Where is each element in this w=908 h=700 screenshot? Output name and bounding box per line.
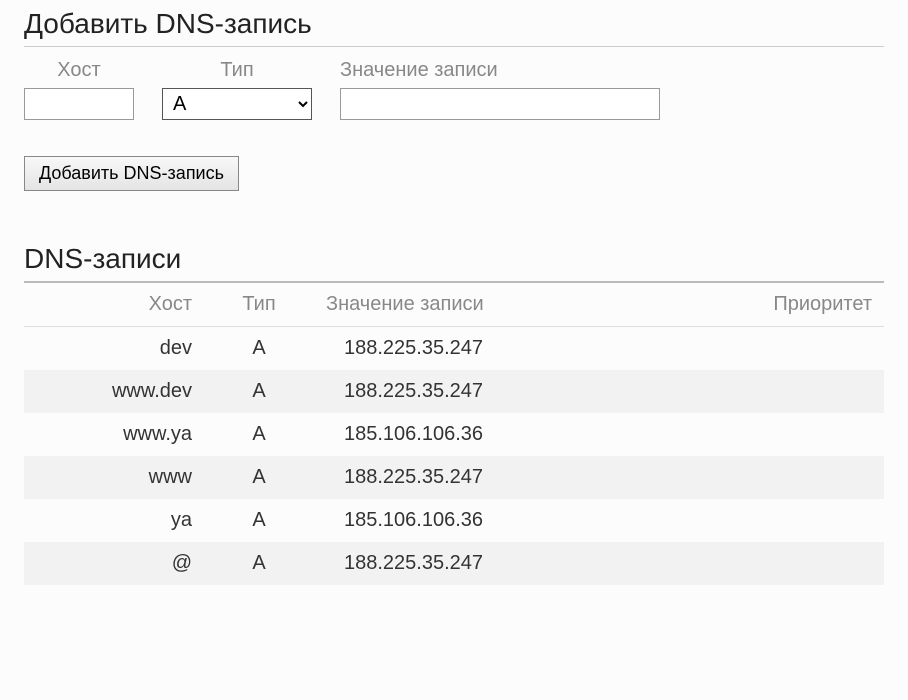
col-header-type: Тип xyxy=(204,282,314,327)
table-row: yaA185.106.106.36 xyxy=(24,499,884,542)
table-row: devA188.225.35.247 xyxy=(24,327,884,371)
cell-host: www.dev xyxy=(24,370,204,413)
type-select[interactable]: A xyxy=(162,88,312,120)
dns-records-section: DNS-записи Хост Тип Значение записи Прио… xyxy=(24,243,884,585)
col-header-host: Хост xyxy=(24,282,204,327)
cell-value: 188.225.35.247 xyxy=(314,370,704,413)
cell-value: 188.225.35.247 xyxy=(314,456,704,499)
cell-type: A xyxy=(204,456,314,499)
cell-type: A xyxy=(204,413,314,456)
table-row: www.devA188.225.35.247 xyxy=(24,370,884,413)
col-header-value: Значение записи xyxy=(314,282,704,327)
add-form-row: Хост Тип A Значение записи xyxy=(24,59,884,120)
table-header: Хост Тип Значение записи Приоритет xyxy=(24,282,884,327)
host-form-group: Хост xyxy=(24,59,134,120)
table-row: @A188.225.35.247 xyxy=(24,542,884,585)
records-section-heading: DNS-записи xyxy=(24,243,884,275)
value-input[interactable] xyxy=(340,88,660,120)
type-label: Тип xyxy=(220,59,253,82)
cell-priority xyxy=(704,542,884,585)
col-header-priority: Приоритет xyxy=(704,282,884,327)
dns-records-table: Хост Тип Значение записи Приоритет devA1… xyxy=(24,281,884,585)
cell-priority xyxy=(704,327,884,371)
cell-type: A xyxy=(204,499,314,542)
cell-type: A xyxy=(204,542,314,585)
cell-priority xyxy=(704,370,884,413)
table-row: www.yaA185.106.106.36 xyxy=(24,413,884,456)
table-row: wwwA188.225.35.247 xyxy=(24,456,884,499)
add-section-heading: Добавить DNS-запись xyxy=(24,8,884,40)
cell-priority xyxy=(704,499,884,542)
cell-host: www.ya xyxy=(24,413,204,456)
cell-host: ya xyxy=(24,499,204,542)
cell-value: 188.225.35.247 xyxy=(314,327,704,371)
add-dns-record-section: Добавить DNS-запись Хост Тип A Значение … xyxy=(24,8,884,191)
value-label: Значение записи xyxy=(340,59,498,82)
cell-host: @ xyxy=(24,542,204,585)
cell-host: dev xyxy=(24,327,204,371)
cell-type: A xyxy=(204,327,314,371)
cell-value: 188.225.35.247 xyxy=(314,542,704,585)
divider xyxy=(24,46,884,47)
cell-value: 185.106.106.36 xyxy=(314,413,704,456)
cell-host: www xyxy=(24,456,204,499)
type-form-group: Тип A xyxy=(162,59,312,120)
value-form-group: Значение записи xyxy=(340,59,660,120)
add-dns-record-button[interactable]: Добавить DNS-запись xyxy=(24,156,239,191)
cell-value: 185.106.106.36 xyxy=(314,499,704,542)
host-label: Хост xyxy=(57,59,100,82)
table-body: devA188.225.35.247www.devA188.225.35.247… xyxy=(24,327,884,586)
cell-type: A xyxy=(204,370,314,413)
cell-priority xyxy=(704,413,884,456)
cell-priority xyxy=(704,456,884,499)
host-input[interactable] xyxy=(24,88,134,120)
